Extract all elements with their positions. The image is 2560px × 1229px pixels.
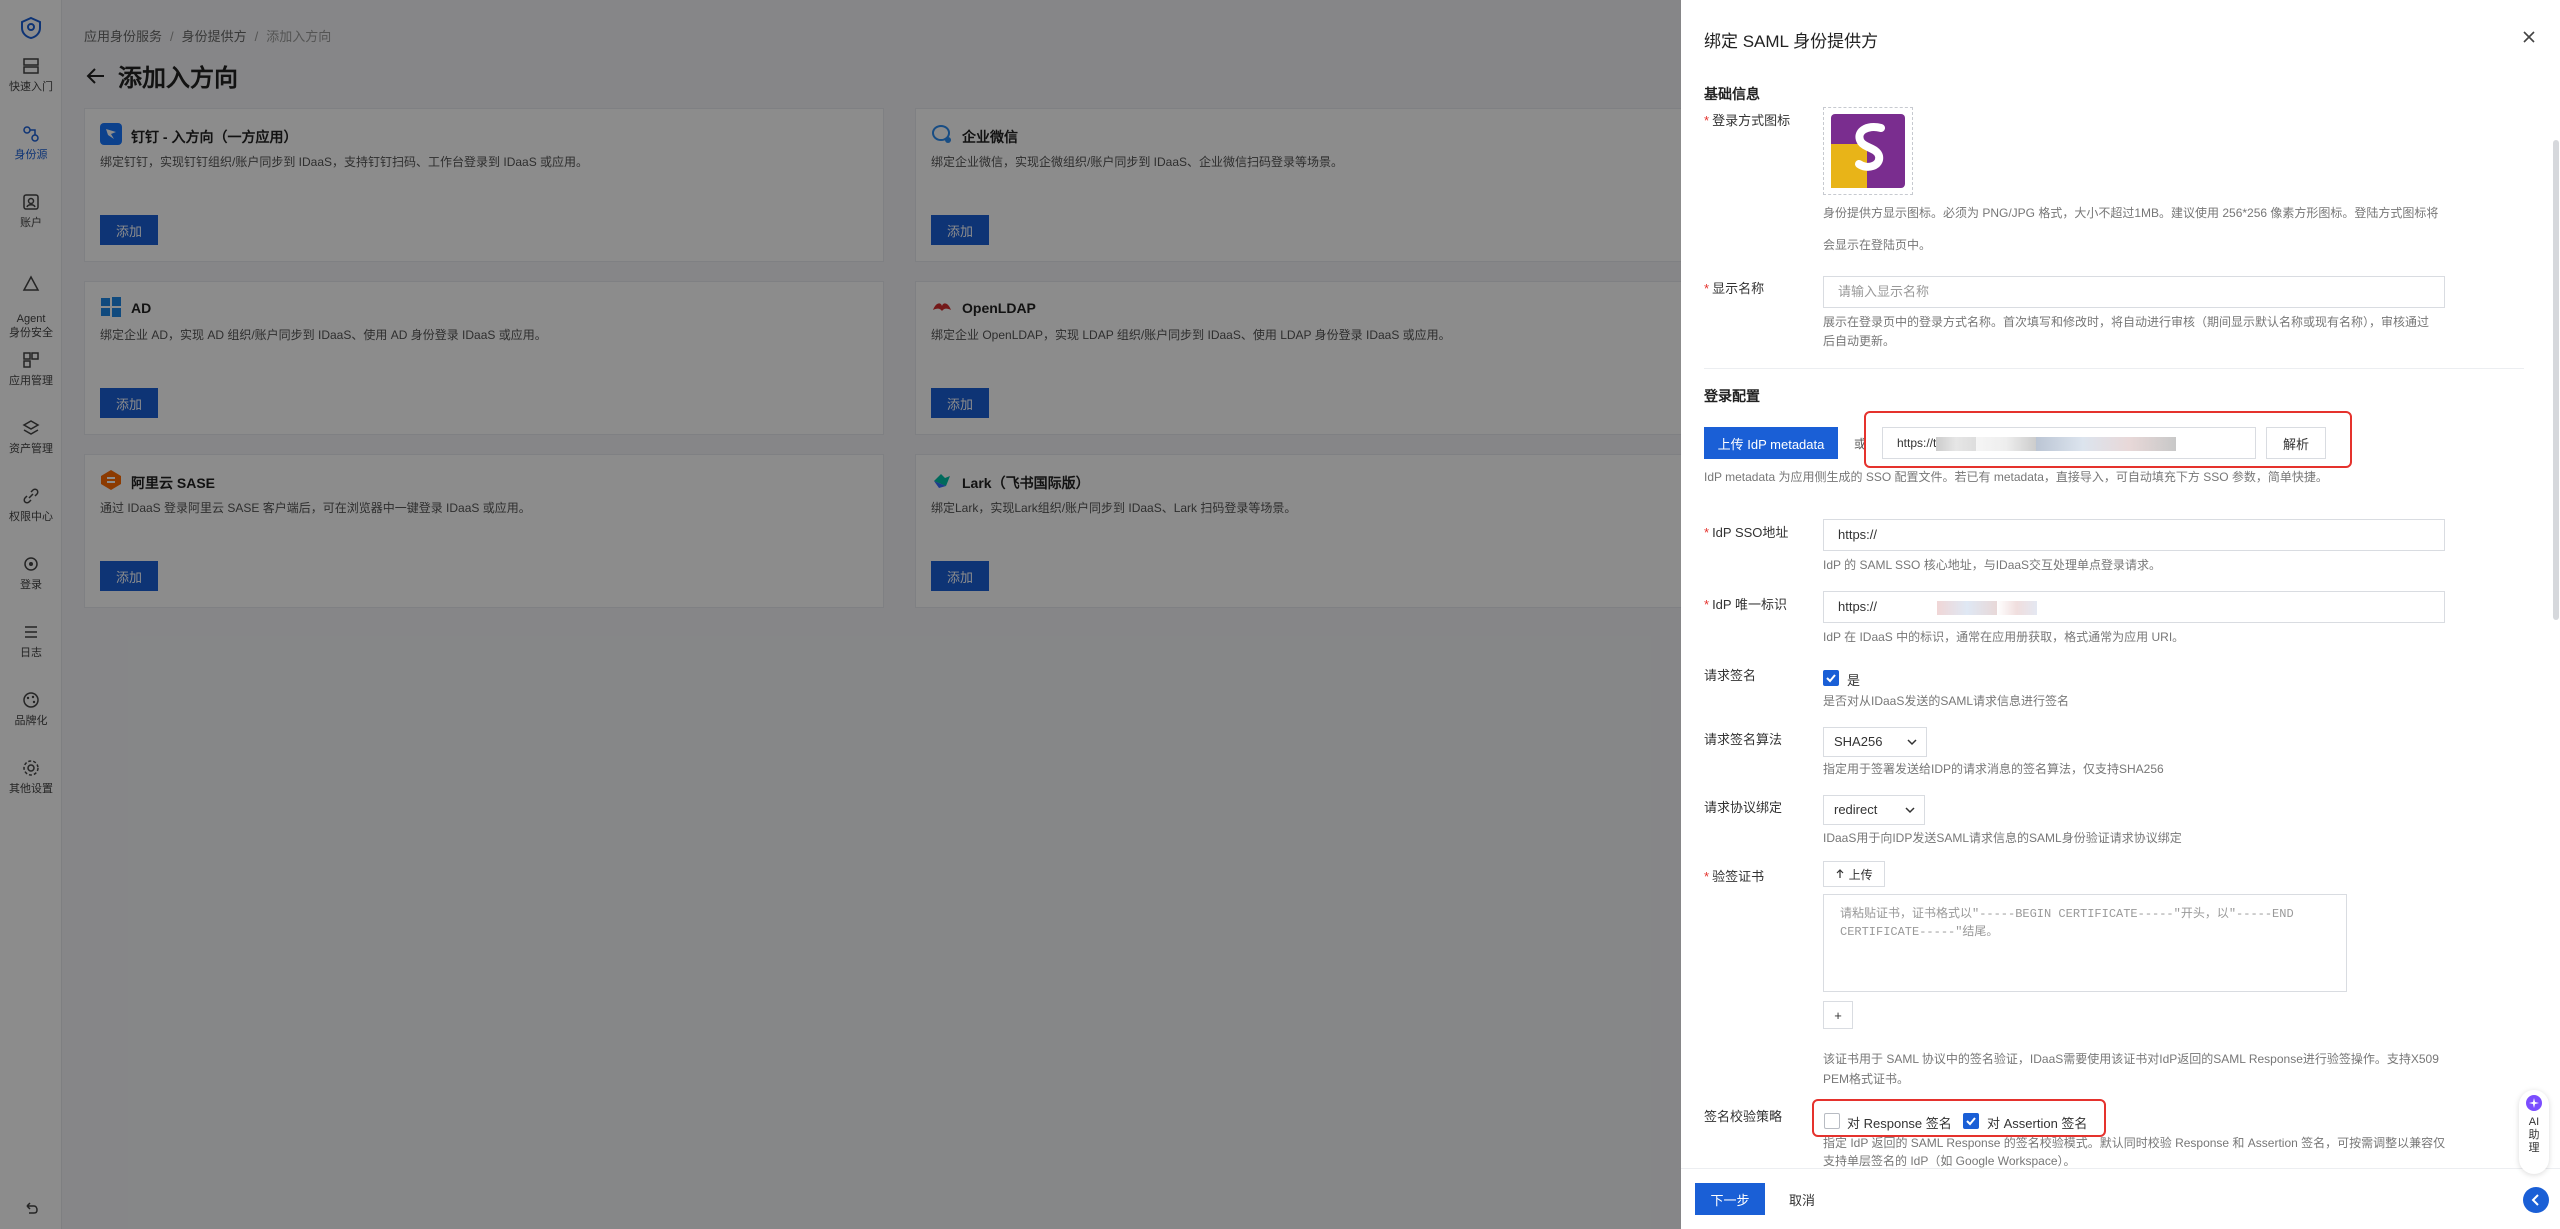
divider <box>1704 368 2524 369</box>
display-name-input[interactable]: 请输入显示名称 <box>1823 276 2445 308</box>
sign-request-value: 是 <box>1847 673 1861 688</box>
chevron-down-icon <box>1907 739 1917 746</box>
sign-request-help: 是否对从IDaaS发送的SAML请求信息进行签名 <box>1823 694 2070 708</box>
sign-algorithm-label: 请求签名算法 <box>1704 732 1783 747</box>
binding-help: IDaaS用于向IDP发送SAML请求信息的SAML身份验证请求协议绑定 <box>1823 831 2182 845</box>
sign-algorithm-help: 指定用于签署发送给IDP的请求消息的签名算法，仅支持SHA256 <box>1823 762 2164 776</box>
redacted-text <box>1937 600 1998 615</box>
cert-label: * 验签证书 <box>1704 869 1765 884</box>
login-icon-uploader[interactable] <box>1823 107 1913 195</box>
check-icon <box>1966 1117 1976 1126</box>
collapse-button[interactable] <box>2523 1187 2549 1213</box>
ai-assistant-button[interactable]: AI 助 理 <box>2519 1090 2549 1174</box>
display-name-label: * 显示名称 <box>1704 281 1765 296</box>
sign-request-label: 请求签名 <box>1704 668 1757 683</box>
sign-algorithm-value: SHA256 <box>1834 734 1883 749</box>
binding-value: redirect <box>1834 802 1878 817</box>
next-button[interactable]: 下一步 <box>1695 1183 1765 1215</box>
section-login-config: 登录配置 <box>1704 388 1760 404</box>
ai-sparkle-icon <box>2526 1095 2542 1111</box>
response-signature-checkbox[interactable] <box>1824 1113 1840 1129</box>
entity-id-help: IdP 在 IDaaS 中的标识，通常在应用册获取，格式通常为应用 URI。 <box>1823 630 2185 644</box>
icon-label: * 登录方式图标 <box>1704 113 1791 128</box>
add-cert-button[interactable]: + <box>1823 1001 1853 1029</box>
display-name-help-cont: 后自动更新。 <box>1823 334 1896 348</box>
check-icon <box>1826 674 1836 683</box>
parse-button[interactable]: 解析 <box>2266 427 2326 459</box>
redacted-text <box>1997 600 2038 615</box>
sso-url-input[interactable]: https:// <box>1823 519 2445 551</box>
sign-policy-help: 指定 IdP 返回的 SAML Response 的签名校验模式。默认同时校验 … <box>1823 1136 2446 1150</box>
redacted-text <box>1976 436 2037 451</box>
sign-request-checkbox[interactable] <box>1823 670 1839 686</box>
binding-label: 请求协议绑定 <box>1704 800 1783 815</box>
display-name-help: 展示在登录页中的登录方式名称。首次填写和修改时，将自动进行审核（期间显示默认名称… <box>1823 315 2430 329</box>
cancel-button[interactable]: 取消 <box>1775 1183 1829 1215</box>
redacted-text <box>1936 436 1977 451</box>
saml-idp-drawer: 绑定 SAML 身份提供方 基础信息 * 登录方式图标 身份提供方显示图标。必须为… <box>1681 0 2560 1229</box>
upload-metadata-button[interactable]: 上传 IdP metadata <box>1704 427 1838 459</box>
redacted-spacer <box>1877 601 1937 615</box>
binding-select[interactable]: redirect <box>1823 795 1925 825</box>
icon-help: 身份提供方显示图标。必须为 PNG/JPG 格式，大小不超过1MB。建议使用 2… <box>1823 206 2439 220</box>
close-icon[interactable] <box>2520 28 2538 46</box>
entity-id-value: https:// <box>1838 599 1878 614</box>
drawer-footer: 下一步 取消 <box>1681 1168 2560 1229</box>
metadata-url-input[interactable]: https://t <box>1882 427 2256 459</box>
icon-help-cont: 会显示在登陆页中。 <box>1823 238 1932 252</box>
sign-algorithm-select[interactable]: SHA256 <box>1823 727 1927 757</box>
drawer-title: 绑定 SAML 身份提供方 <box>1704 32 1879 51</box>
modal-mask[interactable] <box>0 0 1681 1229</box>
response-signature-label: 对 Response 签名 <box>1847 1116 1952 1131</box>
chevron-down-icon <box>1905 807 1915 814</box>
entity-id-label: * IdP 唯一标识 <box>1704 597 1787 612</box>
entity-id-input[interactable]: https:// <box>1823 591 2445 623</box>
sign-policy-label: 签名校验策略 <box>1704 1109 1783 1124</box>
metadata-url-value: https://t <box>1897 436 1937 450</box>
idp-logo-image <box>1831 114 1905 188</box>
chevron-left-icon <box>2531 1194 2539 1206</box>
cert-help-cont: PEM格式证书。 <box>1823 1072 1910 1086</box>
cert-upload-button[interactable]: 上传 <box>1823 861 1885 887</box>
assertion-signature-label: 对 Assertion 签名 <box>1987 1116 2088 1131</box>
cert-help: 该证书用于 SAML 协议中的签名验证，IDaaS需要使用该证书对IdP返回的S… <box>1823 1052 2439 1066</box>
sso-url-label: * IdP SSO地址 <box>1704 525 1789 540</box>
redacted-text <box>2036 436 2177 451</box>
ai-assistant-label: AI 助 理 <box>2528 1116 2540 1154</box>
section-basic-info: 基础信息 <box>1704 86 1760 102</box>
scrollbar-thumb[interactable] <box>2553 140 2559 620</box>
assertion-signature-checkbox[interactable] <box>1963 1113 1979 1129</box>
cert-textarea[interactable]: 请粘贴证书，证书格式以"-----BEGIN CERTIFICATE-----"… <box>1823 894 2347 992</box>
metadata-help: IdP metadata 为应用侧生成的 SSO 配置文件。若已有 metada… <box>1704 470 2328 484</box>
upload-icon <box>1836 868 1844 878</box>
sso-url-help: IdP 的 SAML SSO 核心地址，与IDaaS交互处理单点登录请求。 <box>1823 558 2162 572</box>
